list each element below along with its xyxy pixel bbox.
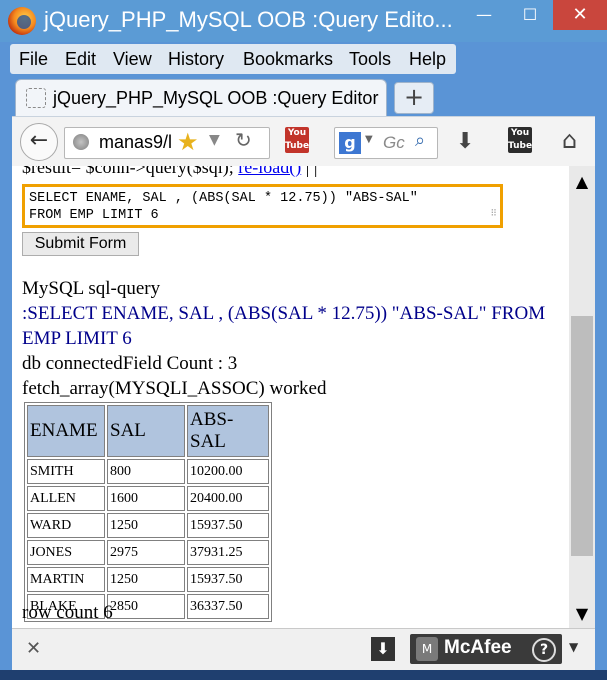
- cell-abs-sal: 15937.50: [187, 513, 269, 538]
- url-bar[interactable]: manas9/l ★ ▼ ↻: [64, 127, 270, 159]
- table-row: MARTIN 1250 15937.50: [27, 567, 269, 592]
- row-count: row count 6: [22, 602, 113, 623]
- vertical-scrollbar[interactable]: ▲ ▼: [569, 166, 595, 628]
- query-echo-line-1: :SELECT ENAME, SAL , (ABS(SAL * 12.75)) …: [22, 303, 546, 324]
- window-title: jQuery_PHP_MySQL OOB :Query Edito...: [44, 7, 453, 32]
- code-text: $result= $conn->query($sql);: [22, 166, 239, 177]
- mcafee-shield-icon: M: [416, 637, 438, 661]
- reload-icon[interactable]: ↻: [235, 128, 252, 152]
- navigation-toolbar: ← manas9/l ★ ▼ ↻ You Tube g ▼ Gc ⌕ ⬇ You…: [12, 116, 595, 167]
- cell-abs-sal: 20400.00: [187, 486, 269, 511]
- close-window-button[interactable]: ✕: [553, 0, 607, 30]
- menu-edit[interactable]: Edit: [65, 49, 96, 70]
- menu-bookmarks[interactable]: Bookmarks: [243, 49, 333, 70]
- resize-grip-icon[interactable]: ⠿: [490, 206, 497, 223]
- table-row: SMITH 800 10200.00: [27, 459, 269, 484]
- bookmark-star-icon[interactable]: ★: [177, 128, 199, 156]
- tab-label: jQuery_PHP_MySQL OOB :Query Editor: [53, 88, 379, 108]
- result-table: ENAME SAL ABS-SAL SMITH 800 10200.00 ALL…: [24, 402, 272, 622]
- mcafee-label: McAfee: [444, 637, 512, 658]
- help-icon[interactable]: ?: [532, 638, 556, 662]
- code-suffix: | |: [301, 166, 318, 177]
- url-dropdown-icon[interactable]: ▼: [209, 132, 220, 148]
- menu-bar: File Edit View History Bookmarks Tools H…: [10, 44, 456, 74]
- page-content: $result= $conn->query($sql); re-load() |…: [12, 166, 569, 628]
- home-icon[interactable]: ⌂: [562, 126, 577, 154]
- globe-icon: [73, 134, 89, 150]
- youtube-addon-icon[interactable]: You Tube: [285, 127, 309, 153]
- cell-abs-sal: 10200.00: [187, 459, 269, 484]
- maximize-button[interactable]: ☐: [507, 0, 553, 30]
- cell-sal: 800: [107, 459, 185, 484]
- reload-link[interactable]: re-load(): [238, 166, 301, 177]
- cell-abs-sal: 15937.50: [187, 567, 269, 592]
- url-text[interactable]: manas9/l: [99, 132, 172, 153]
- cell-ename: MARTIN: [27, 567, 105, 592]
- cell-ename: SMITH: [27, 459, 105, 484]
- sql-query-text[interactable]: SELECT ENAME, SAL , (ABS(SAL * 12.75)) "…: [29, 191, 418, 223]
- cell-ename: JONES: [27, 540, 105, 565]
- column-header-ename: ENAME: [27, 405, 105, 457]
- minimize-button[interactable]: —: [461, 0, 507, 30]
- cell-abs-sal: 37931.25: [187, 540, 269, 565]
- table-row: JONES 2975 37931.25: [27, 540, 269, 565]
- cell-ename: WARD: [27, 513, 105, 538]
- addon-bar: ✕ ⬇ M McAfee ? ▼: [12, 628, 595, 671]
- downloads-icon[interactable]: ⬇: [456, 129, 474, 154]
- db-status-line: db connectedField Count : 3: [22, 353, 238, 374]
- table-row: ALLEN 1600 20400.00: [27, 486, 269, 511]
- cell-sal: 2850: [107, 594, 185, 619]
- table-header-row: ENAME SAL ABS-SAL: [27, 405, 269, 457]
- menu-tools[interactable]: Tools: [349, 49, 391, 70]
- youtube-icon[interactable]: You Tube: [508, 127, 532, 153]
- cell-ename: ALLEN: [27, 486, 105, 511]
- search-input[interactable]: Gc: [383, 133, 405, 153]
- scroll-down-arrow-icon[interactable]: ▼: [569, 604, 595, 623]
- menu-history[interactable]: History: [168, 49, 224, 70]
- menu-file[interactable]: File: [19, 49, 48, 70]
- menu-view[interactable]: View: [113, 49, 152, 70]
- column-header-abs-sal: ABS-SAL: [187, 405, 269, 457]
- sql-heading: MySQL sql-query: [22, 278, 161, 299]
- scrollbar-thumb[interactable]: [571, 316, 593, 556]
- cell-abs-sal: 36337.50: [187, 594, 269, 619]
- firefox-logo-icon[interactable]: [8, 7, 36, 35]
- back-button[interactable]: ←: [20, 123, 58, 161]
- google-search-engine-icon[interactable]: g: [339, 132, 361, 154]
- menu-help[interactable]: Help: [409, 49, 446, 70]
- close-addon-bar-icon[interactable]: ✕: [26, 638, 41, 659]
- scroll-up-arrow-icon[interactable]: ▲: [569, 172, 595, 191]
- code-line: $result= $conn->query($sql); re-load() |…: [22, 166, 317, 178]
- os-taskbar: [0, 670, 607, 680]
- page-favicon-icon: [26, 88, 46, 108]
- column-header-sal: SAL: [107, 405, 185, 457]
- cell-sal: 2975: [107, 540, 185, 565]
- search-engine-dropdown-icon[interactable]: ▼: [365, 134, 373, 145]
- cell-sal: 1250: [107, 567, 185, 592]
- cell-sal: 1600: [107, 486, 185, 511]
- table-row: WARD 1250 15937.50: [27, 513, 269, 538]
- tab-query-editor[interactable]: jQuery_PHP_MySQL OOB :Query Editor: [15, 79, 387, 118]
- fetch-status-line: fetch_array(MYSQLI_ASSOC) worked: [22, 378, 327, 399]
- submit-form-button[interactable]: Submit Form: [22, 232, 139, 256]
- search-icon[interactable]: ⌕: [415, 130, 425, 151]
- addon-dropdown-icon[interactable]: ▼: [569, 640, 578, 654]
- query-echo-line-2: EMP LIMIT 6: [22, 328, 132, 349]
- sql-query-textarea[interactable]: SELECT ENAME, SAL , (ABS(SAL * 12.75)) "…: [22, 184, 503, 228]
- mcafee-button[interactable]: M McAfee ?: [410, 634, 562, 664]
- download-status-icon[interactable]: ⬇: [371, 637, 395, 661]
- search-box[interactable]: g ▼ Gc ⌕: [334, 127, 438, 159]
- cell-sal: 1250: [107, 513, 185, 538]
- title-bar: jQuery_PHP_MySQL OOB :Query Edito... — ☐…: [0, 0, 607, 42]
- new-tab-button[interactable]: +: [394, 82, 434, 114]
